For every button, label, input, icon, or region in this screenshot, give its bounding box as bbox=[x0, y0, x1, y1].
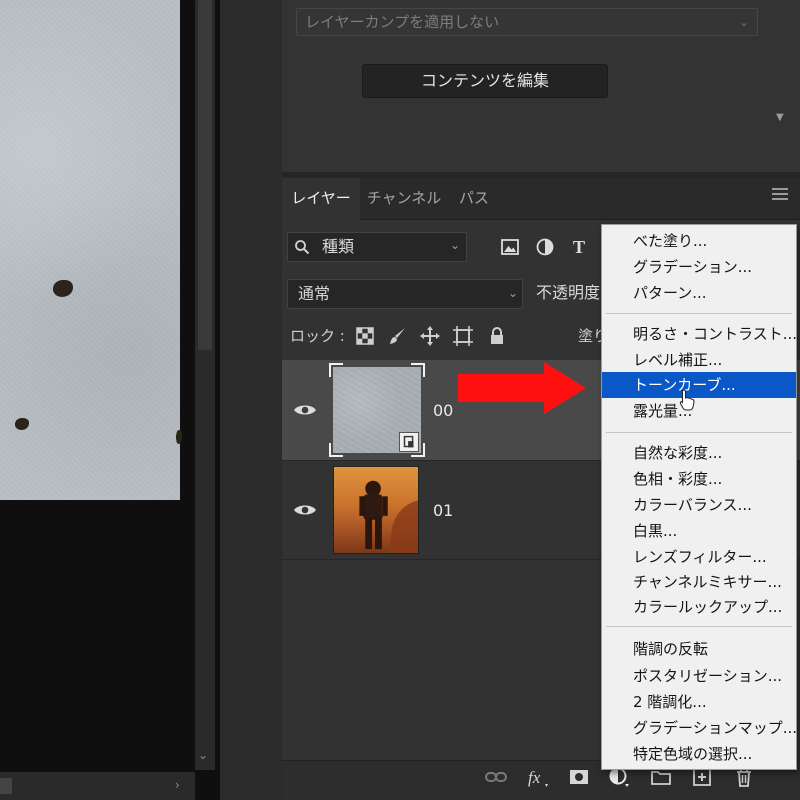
canvas-speck bbox=[15, 418, 29, 430]
layer-comp-select[interactable]: レイヤーカンプを適用しない ⌄ bbox=[296, 8, 758, 36]
lock-label: ロック : bbox=[290, 327, 345, 345]
menu-item-color-balance[interactable]: カラーバランス... bbox=[602, 492, 796, 518]
lock-all-icon[interactable] bbox=[486, 325, 508, 347]
menu-item-channel-mixer[interactable]: チャンネルミキサー... bbox=[602, 569, 796, 595]
menu-item-curves[interactable]: トーンカーブ... bbox=[602, 372, 796, 398]
add-layer-mask-icon[interactable] bbox=[568, 766, 590, 788]
thumbnail-selection-corner bbox=[329, 443, 343, 457]
canvas-vertical-scrollbar[interactable] bbox=[195, 0, 215, 770]
menu-item-hue-saturation[interactable]: 色相・彩度... bbox=[602, 466, 796, 492]
red-annotation-arrow-icon bbox=[458, 362, 586, 414]
document-canvas-area[interactable] bbox=[0, 0, 220, 800]
chevron-down-icon: ⌄ bbox=[450, 238, 461, 252]
menu-item-solid-color[interactable]: べた塗り... bbox=[602, 228, 796, 254]
layer-style-fx-icon[interactable]: fx bbox=[527, 766, 549, 788]
thumbnail-selection-corner bbox=[411, 363, 425, 377]
chevron-down-icon: ⌄ bbox=[738, 15, 749, 29]
menu-item-color-lookup[interactable]: カラールックアップ... bbox=[602, 594, 796, 620]
eye-icon[interactable] bbox=[293, 402, 317, 418]
menu-item-invert[interactable]: 階調の反転 bbox=[602, 636, 796, 662]
panel-menu-icon[interactable] bbox=[772, 188, 788, 200]
scroll-right-arrow-icon[interactable]: › bbox=[175, 778, 180, 792]
layer-thumbnail[interactable] bbox=[333, 466, 419, 554]
scroll-down-triangle-icon[interactable]: ▼ bbox=[776, 112, 784, 123]
menu-item-photo-filter[interactable]: レンズフィルター... bbox=[602, 544, 796, 570]
tab-paths[interactable]: パス bbox=[448, 178, 500, 220]
scroll-down-arrow-icon[interactable]: ⌄ bbox=[198, 748, 208, 762]
chevron-down-icon: ⌄ bbox=[508, 286, 519, 300]
adjustment-layer-filter-icon[interactable] bbox=[535, 237, 555, 257]
thumbnail-selection-corner bbox=[329, 363, 343, 377]
eye-icon[interactable] bbox=[293, 502, 317, 518]
menu-item-black-white[interactable]: 白黒... bbox=[602, 518, 796, 544]
layer-kind-filter-label: 種類 bbox=[322, 237, 355, 256]
menu-separator bbox=[606, 432, 792, 433]
menu-separator bbox=[606, 313, 792, 314]
canvas-vertical-scroll-thumb[interactable] bbox=[198, 0, 212, 350]
tab-channels[interactable]: チャンネル bbox=[360, 178, 448, 220]
menu-item-selective-color[interactable]: 特定色域の選択... bbox=[602, 741, 796, 767]
panel-divider-strip bbox=[220, 0, 282, 800]
menu-item-gradient[interactable]: グラデーション... bbox=[602, 254, 796, 280]
edit-contents-button[interactable]: コンテンツを編集 bbox=[362, 64, 608, 98]
menu-item-threshold[interactable]: 2 階調化... bbox=[602, 689, 796, 715]
layer-comp-select-value: レイヤーカンプを適用しない bbox=[305, 13, 500, 31]
layer-kind-filter-select[interactable]: 種類 bbox=[287, 232, 467, 262]
smart-object-badge-icon bbox=[399, 432, 419, 452]
menu-separator bbox=[606, 626, 792, 627]
layer-name[interactable]: 01 bbox=[433, 501, 453, 520]
canvas-horizontal-scroll-thumb[interactable] bbox=[0, 778, 12, 794]
canvas-speck bbox=[176, 430, 182, 444]
canvas-horizontal-scrollbar[interactable] bbox=[0, 772, 195, 800]
menu-item-exposure[interactable]: 露光量... bbox=[602, 398, 796, 424]
canvas-speck bbox=[53, 280, 73, 297]
opacity-label: 不透明度 bbox=[536, 283, 601, 302]
lock-transparent-pixels-icon[interactable] bbox=[354, 325, 376, 347]
layer-name[interactable]: 00 bbox=[433, 401, 453, 420]
blend-mode-select[interactable]: 通常 bbox=[287, 279, 523, 309]
pixel-layer-filter-icon[interactable] bbox=[500, 237, 520, 257]
type-layer-filter-icon[interactable]: T bbox=[573, 237, 593, 257]
menu-item-gradient-map[interactable]: グラデーションマップ... bbox=[602, 715, 796, 741]
document-canvas[interactable] bbox=[0, 0, 182, 500]
mouse-cursor-icon bbox=[679, 389, 695, 411]
search-icon bbox=[295, 240, 310, 255]
menu-item-brightness-contrast[interactable]: 明るさ・コントラスト... bbox=[602, 321, 796, 347]
menu-item-pattern[interactable]: パターン... bbox=[602, 280, 796, 306]
lock-image-pixels-brush-icon[interactable] bbox=[387, 325, 409, 347]
link-layers-icon[interactable] bbox=[485, 766, 507, 788]
tab-layers[interactable]: レイヤー bbox=[282, 178, 360, 220]
svg-text:fx: fx bbox=[528, 768, 541, 787]
menu-item-levels[interactable]: レベル補正... bbox=[602, 347, 796, 373]
lock-artboard-icon[interactable] bbox=[452, 325, 474, 347]
menu-item-posterize[interactable]: ポスタリゼーション... bbox=[602, 663, 796, 689]
blend-mode-value: 通常 bbox=[298, 284, 331, 303]
menu-item-vibrance[interactable]: 自然な彩度... bbox=[602, 440, 796, 466]
lock-position-move-icon[interactable] bbox=[419, 325, 441, 347]
